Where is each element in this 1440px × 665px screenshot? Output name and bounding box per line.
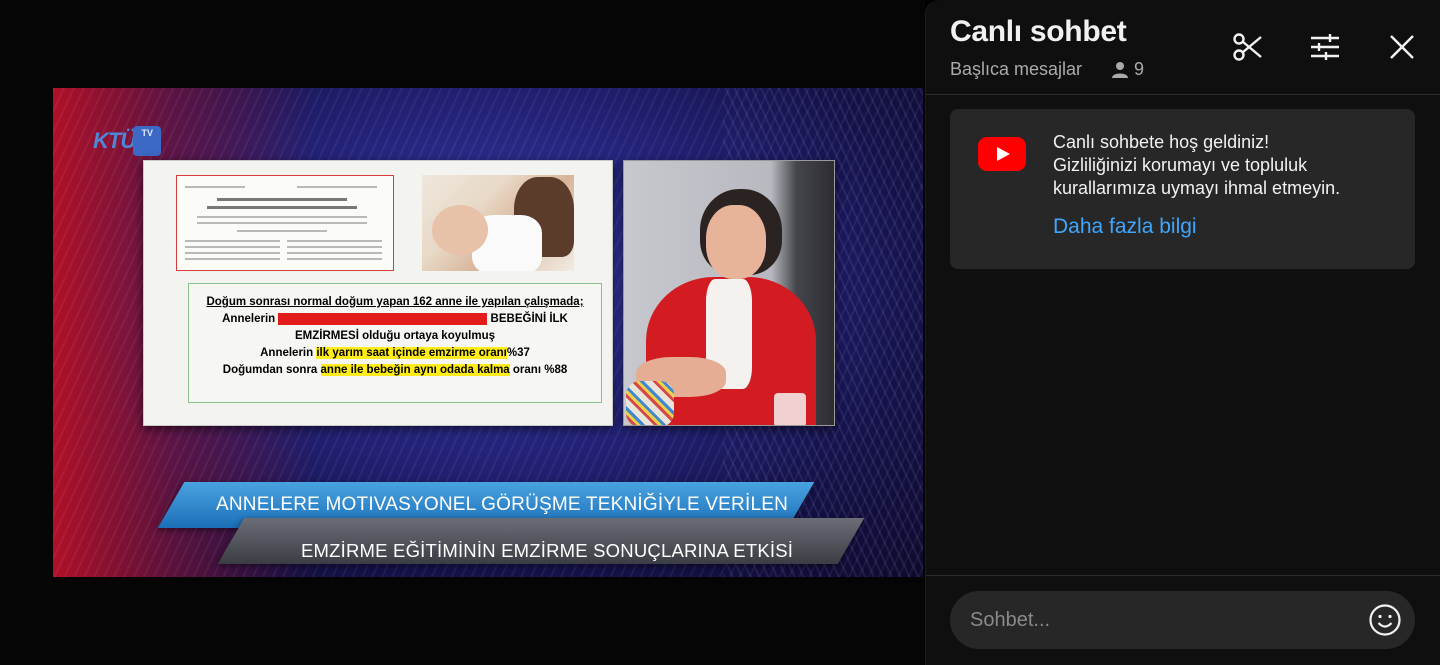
chat-input[interactable] (950, 608, 1365, 632)
yellow-highlight: anne ile bebeğin aynı odada kalma (320, 364, 510, 376)
welcome-message-card: Canlı sohbete hoş geldiniz! Gizliliğiniz… (950, 109, 1415, 269)
findings-line-2: Annelerin en fazla bazı sıkıntı durumlar… (222, 313, 568, 325)
lower-third-line-2: EMZİRME EĞİTİMİNİN EMZİRME SONUÇLARINA E… (301, 540, 794, 561)
channel-logo: KTÜ TV (93, 126, 162, 156)
chat-header: Canlı sohbet Başlıca mesajlar 9 (926, 0, 1440, 95)
chat-input-container[interactable] (950, 591, 1415, 649)
sliders-icon (1311, 34, 1339, 60)
scissors-icon (1233, 33, 1262, 61)
clip-button[interactable] (1228, 27, 1268, 67)
chat-settings-button[interactable] (1305, 27, 1345, 67)
welcome-line-2: Gizliliğinizi korumayı ve topluluk kural… (1053, 155, 1341, 198)
video-player[interactable]: KTÜ TV Doğum sonrası normal doğum yapan … (0, 0, 925, 665)
emoji-button[interactable] (1365, 600, 1405, 640)
live-chat-panel: Canlı sohbet Başlıca mesajlar 9 Canlı so… (925, 0, 1440, 665)
viewer-count-value: 9 (1134, 59, 1145, 79)
smiley-icon (1369, 604, 1401, 636)
viewer-count: 9 (1110, 59, 1144, 80)
findings-line-5: Doğumdan sonra anne ile bebeğin aynı oda… (222, 364, 568, 376)
presentation-slide: Doğum sonrası normal doğum yapan 162 ann… (143, 160, 613, 426)
person-icon (1112, 61, 1128, 78)
youtube-logo (978, 137, 1026, 171)
lower-third-line-1: ANNELERE MOTIVASYONEL GÖRÜŞME TEKNİĞİYLE… (216, 494, 789, 515)
welcome-line-1: Canlı sohbete hoş geldiniz! (1053, 132, 1270, 152)
chat-title: Canlı sohbet (950, 15, 1127, 48)
close-chat-button[interactable] (1382, 27, 1422, 67)
findings-box: Doğum sonrası normal doğum yapan 162 ann… (188, 283, 602, 403)
welcome-text: Canlı sohbete hoş geldiniz! Gizliliğiniz… (1053, 131, 1393, 200)
close-icon (1390, 35, 1414, 59)
learn-more-link[interactable]: Daha fazla bilgi (1053, 215, 1197, 239)
redacted-highlight: en fazla bazı sıkıntı durumlarından biri (278, 313, 488, 325)
yellow-highlight: ilk yarım saat içinde emzirme oranı (316, 347, 507, 359)
chat-mode-selector[interactable]: Başlıca mesajlar (950, 59, 1082, 80)
channel-logo-ktu: KTÜ (93, 128, 136, 153)
findings-line-1: Doğum sonrası normal doğum yapan 162 ann… (206, 296, 584, 308)
speaker-video (623, 160, 835, 426)
video-frame[interactable]: KTÜ TV Doğum sonrası normal doğum yapan … (53, 88, 923, 577)
findings-line-4: Annelerin ilk yarım saat içinde emzirme … (260, 347, 530, 359)
findings-line-3: EMZİRMESİ olduğu ortaya koyulmuş (295, 330, 495, 342)
breastfeeding-photo (422, 175, 574, 271)
chat-footer (926, 575, 1440, 665)
channel-logo-tv: TV (133, 126, 162, 156)
paper-thumbnail (176, 175, 394, 271)
